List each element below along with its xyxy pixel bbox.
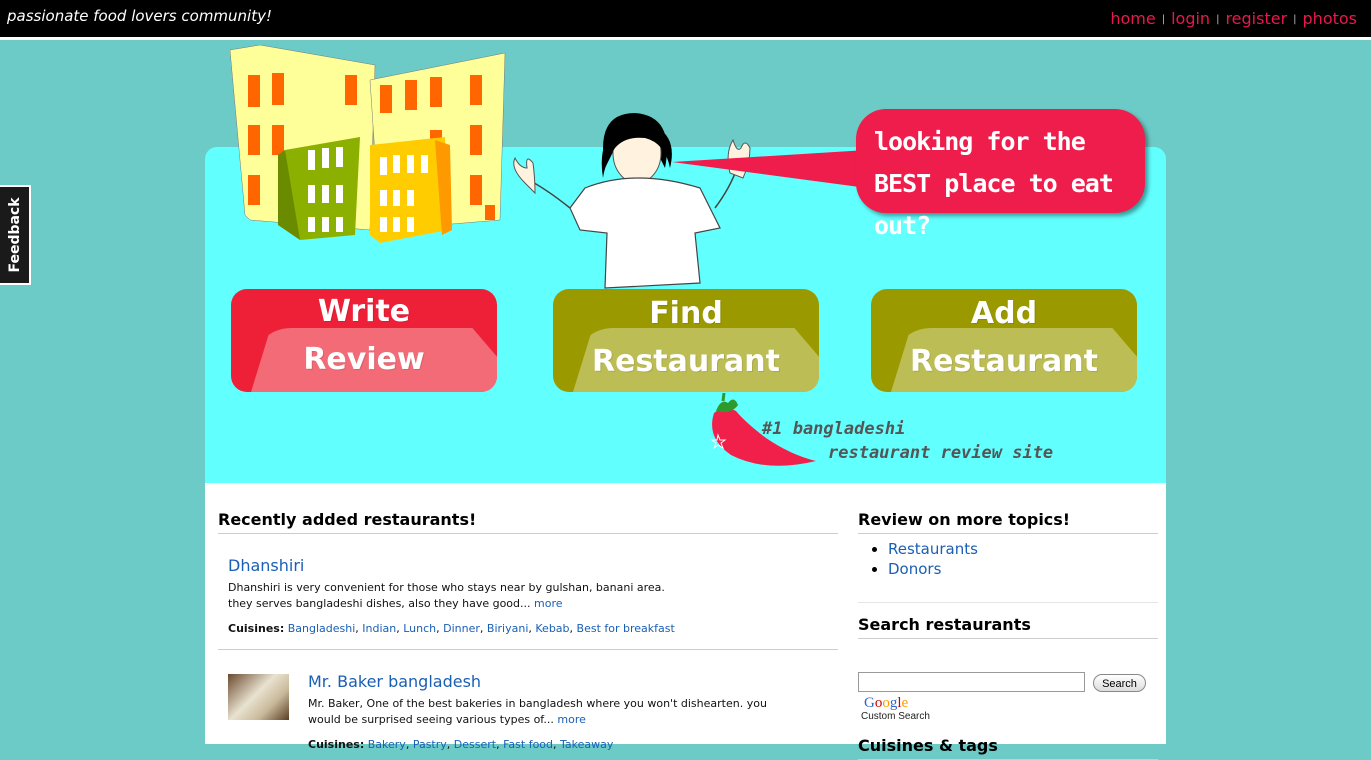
restaurant-description-text: Dhanshiri is very convenient for those w… bbox=[228, 581, 665, 610]
speech-bubble-text: looking for the BEST place to eat out? bbox=[874, 127, 1114, 240]
cuisine-tag-link[interactable]: Dessert bbox=[454, 738, 496, 751]
more-link[interactable]: more bbox=[557, 713, 586, 726]
cuisines-list: Cuisines: Bangladeshi, Indian, Lunch, Di… bbox=[228, 622, 675, 635]
search-heading: Search restaurants bbox=[858, 615, 1158, 639]
cuisines-tags-heading: Cuisines & tags bbox=[858, 736, 1158, 760]
speech-bubble-tail bbox=[672, 150, 867, 188]
top-nav: home | login | register | photos bbox=[1110, 9, 1357, 28]
topic-donors-link[interactable]: Donors bbox=[888, 560, 941, 578]
sidebar: Review on more topics! Restaurants Donor… bbox=[858, 510, 1158, 760]
cuisine-tag-link[interactable]: Bakery bbox=[368, 738, 406, 751]
add-restaurant-button[interactable]: Add Restaurant bbox=[871, 289, 1137, 392]
search-input[interactable] bbox=[858, 672, 1085, 692]
person-illustration bbox=[513, 113, 751, 289]
write-review-label-line2: Review bbox=[303, 342, 425, 377]
main-content: Recently added restaurants! Dhanshiri Dh… bbox=[205, 483, 1166, 760]
more-link[interactable]: more bbox=[534, 597, 563, 610]
nav-separator: | bbox=[1161, 14, 1166, 25]
buildings-illustration bbox=[230, 45, 506, 243]
cuisine-tag-link[interactable]: Lunch bbox=[403, 622, 436, 635]
topic-item: Restaurants bbox=[888, 540, 1158, 558]
google-logo: Google bbox=[864, 695, 909, 711]
cuisine-tag-link[interactable]: Bangladeshi bbox=[288, 622, 356, 635]
add-restaurant-label-line2: Restaurant bbox=[910, 344, 1098, 379]
recent-restaurants-heading: Recently added restaurants! bbox=[218, 510, 838, 534]
cuisines-label: Cuisines: bbox=[228, 622, 285, 635]
topic-item: Donors bbox=[888, 560, 1158, 578]
find-restaurant-label-line1: Find bbox=[649, 296, 723, 331]
slogan-line-1: #1 bangladeshi bbox=[762, 419, 906, 439]
feedback-tab[interactable]: Feedback bbox=[0, 185, 31, 285]
find-restaurant-label-line2: Restaurant bbox=[592, 344, 780, 379]
cuisine-tag-link[interactable]: Indian bbox=[362, 622, 396, 635]
site-tagline: passionate food lovers community! bbox=[7, 7, 272, 25]
restaurant-description-text: Mr. Baker, One of the best bakeries in b… bbox=[308, 697, 767, 726]
write-review-label-line1: Write bbox=[317, 294, 411, 329]
nav-login-link[interactable]: login bbox=[1171, 9, 1210, 28]
cuisines-list: Cuisines: Bakery, Pastry, Dessert, Fast … bbox=[308, 738, 614, 751]
nav-photos-link[interactable]: photos bbox=[1303, 9, 1357, 28]
feedback-label: Feedback bbox=[6, 197, 23, 273]
divider bbox=[858, 602, 1158, 603]
search-button[interactable]: Search bbox=[1093, 674, 1146, 692]
write-review-button[interactable]: Write Review bbox=[231, 289, 497, 392]
cuisine-tag-link[interactable]: Fast food bbox=[503, 738, 553, 751]
nav-separator: | bbox=[1216, 14, 1220, 25]
topics-list: Restaurants Donors bbox=[858, 540, 1158, 578]
restaurant-title-link[interactable]: Dhanshiri bbox=[228, 556, 304, 575]
cuisine-tag-link[interactable]: Takeaway bbox=[560, 738, 613, 751]
recent-restaurants-section: Recently added restaurants! Dhanshiri Dh… bbox=[218, 510, 838, 760]
nav-home-link[interactable]: home bbox=[1110, 9, 1155, 28]
cuisine-tag-link[interactable]: Pastry bbox=[413, 738, 447, 751]
slogan-line-2: restaurant review site bbox=[828, 443, 1054, 463]
add-restaurant-label-line1: Add bbox=[970, 296, 1038, 331]
restaurant-description: Mr. Baker, One of the best bakeries in b… bbox=[308, 696, 778, 728]
find-restaurant-button[interactable]: Find Restaurant bbox=[553, 289, 819, 392]
top-bar: passionate food lovers community! home | l… bbox=[0, 0, 1371, 40]
cuisines-label: Cuisines: bbox=[308, 738, 365, 751]
cuisine-tag-link[interactable]: Best for breakfast bbox=[577, 622, 675, 635]
custom-search-label: Custom Search bbox=[861, 711, 930, 722]
restaurant-entry: Dhanshiri Dhanshiri is very convenient f… bbox=[218, 534, 838, 650]
nav-register-link[interactable]: register bbox=[1225, 9, 1287, 28]
restaurant-thumbnail[interactable] bbox=[228, 674, 289, 720]
cuisine-tag-link[interactable]: Dinner bbox=[443, 622, 480, 635]
cuisine-tag-link[interactable]: Biriyani bbox=[487, 622, 528, 635]
nav-separator: | bbox=[1293, 14, 1297, 25]
cuisine-tag-link[interactable]: Kebab bbox=[535, 622, 569, 635]
restaurant-description: Dhanshiri is very convenient for those w… bbox=[228, 580, 668, 612]
topic-restaurants-link[interactable]: Restaurants bbox=[888, 540, 978, 558]
speech-bubble: looking for the BEST place to eat out? bbox=[856, 109, 1145, 240]
restaurant-title-link[interactable]: Mr. Baker bangladesh bbox=[308, 672, 481, 691]
topics-heading: Review on more topics! bbox=[858, 510, 1158, 534]
